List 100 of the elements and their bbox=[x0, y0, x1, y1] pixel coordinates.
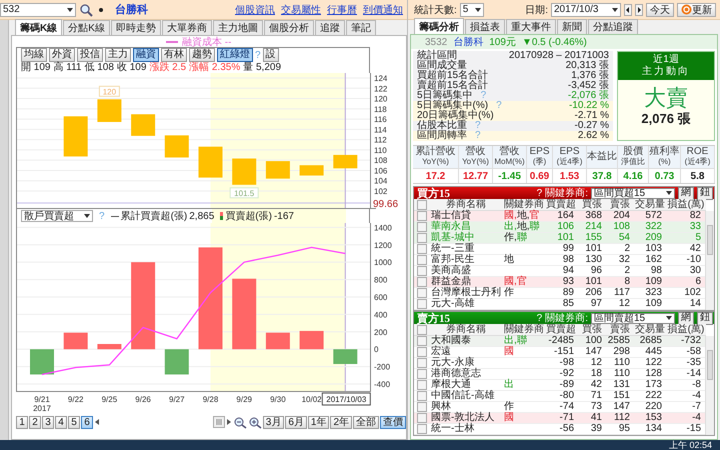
stat-value: 20170928 – 20171003 bbox=[508, 51, 609, 61]
column-header: 券商名稱 bbox=[446, 324, 487, 335]
table-cell-text: -89 bbox=[558, 380, 575, 390]
stat-value: -10.22 % bbox=[568, 101, 609, 111]
table-cell-text: 98 bbox=[650, 266, 663, 276]
broker-tag: 作 bbox=[504, 402, 514, 412]
table-cell-text: -4 bbox=[691, 413, 702, 423]
legend-label: 累計買賣超(張) bbox=[120, 210, 188, 223]
trend-period: 近1週 bbox=[653, 54, 679, 66]
metric-value: 0.73 bbox=[654, 170, 674, 182]
table-cell-text: 153 bbox=[644, 413, 663, 423]
table-cell-text: 12 bbox=[590, 358, 603, 368]
clock: 上午 02:54 bbox=[668, 440, 712, 450]
table-cell-text: 2 bbox=[623, 244, 631, 254]
table-title: 買方15 bbox=[417, 186, 450, 200]
table-cell-text: 33 bbox=[688, 222, 702, 232]
broker-name: 興林 bbox=[430, 402, 452, 412]
cursor-date-label: 2017/10/03 bbox=[322, 392, 371, 406]
table-cell-text: 96 bbox=[590, 266, 603, 276]
x-axis-label: 9/27 bbox=[169, 395, 185, 404]
legend-value: 2,865 bbox=[189, 210, 214, 222]
quote-value: 收 109 bbox=[116, 61, 146, 74]
table-cell-text: 206 bbox=[584, 288, 603, 298]
table-cell-text: 322 bbox=[644, 222, 663, 232]
x-tick-label: 2017/10/03 bbox=[326, 395, 367, 404]
y-axis-label: 1200 bbox=[374, 240, 392, 250]
table-cell-text: -74 bbox=[558, 402, 575, 412]
table-cell-text: 30 bbox=[688, 266, 702, 276]
price-axis-label: 102 bbox=[374, 187, 388, 196]
x-axis-label: 9/30 bbox=[270, 395, 286, 404]
metric-value: 0.69 bbox=[530, 170, 550, 182]
table-cell-text: 108 bbox=[612, 222, 631, 232]
metric-label: 殖利率 bbox=[650, 147, 680, 157]
table-cell-text: 117 bbox=[613, 288, 631, 298]
column-header: 買張 bbox=[581, 324, 603, 335]
table-cell-text: 41 bbox=[590, 413, 603, 423]
broker-name: 摩根大通 bbox=[430, 380, 472, 390]
broker-name: 宏遠 bbox=[430, 347, 452, 357]
table-cell-text: 204 bbox=[612, 211, 631, 221]
broker-tag: 官 bbox=[516, 277, 527, 287]
y-axis-label: 400 bbox=[374, 310, 388, 320]
legend-label: 買賣超(張) bbox=[225, 210, 272, 223]
column-header: 損益(萬) bbox=[666, 324, 706, 335]
table-cell-text: 99 bbox=[562, 244, 575, 254]
stat-value: 1,376 張 bbox=[571, 71, 609, 81]
metric-sublabel: (近4季) bbox=[684, 157, 710, 167]
x-axis-label: 10/02 bbox=[302, 395, 322, 404]
metric-sublabel: YoY(%) bbox=[422, 157, 449, 167]
broker-tag: 出, bbox=[504, 336, 517, 346]
table-cell-text: 128 bbox=[644, 369, 663, 379]
broker-tag: 出 bbox=[504, 380, 514, 390]
column-header: 關鍵券商 bbox=[504, 324, 544, 335]
table-cell-text: 103 bbox=[644, 244, 663, 254]
table-cell-text: 147 bbox=[612, 402, 631, 412]
quote-value: 低 108 bbox=[84, 61, 114, 74]
y-axis-label: -400 bbox=[374, 380, 390, 390]
metric-sublabel: MoM(%) bbox=[494, 157, 525, 167]
column-header: 券商名稱 bbox=[446, 199, 487, 210]
table-cell-text: 42 bbox=[590, 380, 603, 390]
y-axis-label: 800 bbox=[374, 276, 388, 285]
table-cell-text: -56 bbox=[558, 424, 575, 434]
metric-sublabel: (近4季) bbox=[556, 157, 582, 167]
table-cell-text: 5 bbox=[694, 233, 702, 243]
table-cell-text: 151 bbox=[612, 391, 631, 401]
table-cell-text: 445 bbox=[644, 347, 663, 357]
table-cell-text: 89 bbox=[562, 288, 575, 298]
stat-value: -2,076 張 bbox=[568, 91, 609, 101]
table-cell-text: 73 bbox=[590, 402, 603, 412]
table-cell-text: -71 bbox=[558, 413, 575, 423]
metric-sublabel: YoY(%) bbox=[462, 157, 489, 167]
date-label: 日期: bbox=[525, 4, 548, 16]
quote-value: 漲跌 2.5 bbox=[149, 60, 186, 74]
table-title: 賣方15 bbox=[417, 312, 450, 324]
y-axis-label: 1400 bbox=[374, 223, 392, 232]
table-cell-text: 122 bbox=[644, 358, 663, 368]
stat-value: 2.62 % bbox=[578, 131, 609, 141]
table-cell-text: 131 bbox=[612, 380, 631, 390]
broker-name: 瑞士信貸 bbox=[430, 211, 472, 221]
price-axis-label: 122 bbox=[374, 84, 388, 94]
table-cell-text: 100 bbox=[584, 336, 603, 346]
table-cell-text: 323 bbox=[644, 288, 663, 298]
column-header: 賣張 bbox=[609, 324, 631, 335]
table-cell-text: 39 bbox=[590, 424, 603, 434]
x-axis-label: 9/25 bbox=[102, 395, 118, 404]
table-cell-text: 101 bbox=[556, 233, 575, 243]
metric-label: 營收 bbox=[466, 147, 486, 157]
broker-tag: 國 bbox=[504, 413, 514, 423]
table-cell-text: 130 bbox=[584, 255, 603, 265]
table-cell-text: -80 bbox=[558, 391, 575, 401]
table-cell-text: 93 bbox=[562, 277, 575, 287]
table-cell-text: 2685 bbox=[638, 336, 663, 346]
metric-label: 本益比 bbox=[587, 152, 617, 162]
stat-label: 區間周轉率 bbox=[417, 131, 467, 141]
table-cell-text: -4 bbox=[691, 391, 702, 401]
price-axis-label: 120 bbox=[374, 94, 388, 104]
stat-value: -0.27 % bbox=[574, 121, 609, 131]
table-cell-text: 110 bbox=[613, 358, 631, 368]
table-cell-text: 18 bbox=[590, 369, 603, 379]
metric-label: 累計營收 bbox=[416, 147, 456, 157]
x-axis-label: 9/22 bbox=[68, 395, 84, 404]
